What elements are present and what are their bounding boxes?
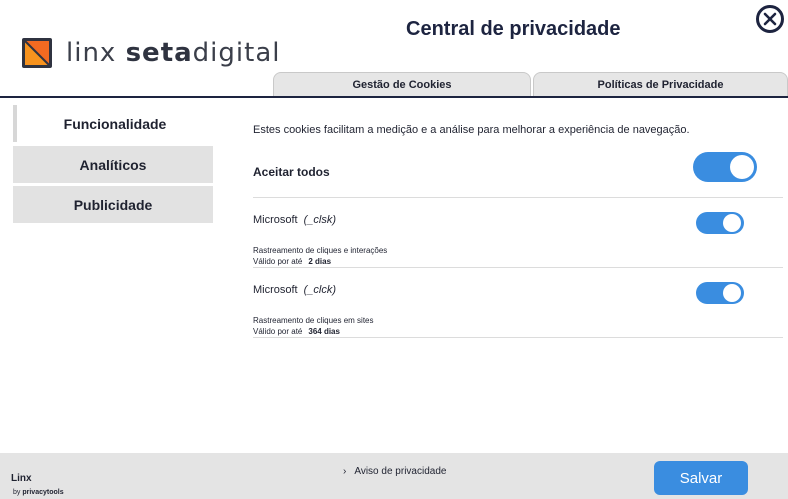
header-divider	[0, 96, 788, 98]
close-button[interactable]	[756, 5, 784, 33]
footer: Linx by privacytools › Aviso de privacid…	[0, 453, 788, 499]
cookie-code: (_clck)	[303, 284, 337, 296]
cookie-duration: 364 dias	[308, 327, 340, 336]
page-title: Central de privacidade	[406, 18, 621, 40]
cookie-code: (_clsk)	[303, 214, 337, 226]
cookie-provider: Microsoft (_clck)	[253, 284, 337, 296]
cookie-description: Rastreamento de cliques em sites	[253, 316, 374, 325]
chevron-right-icon: ›	[343, 466, 347, 477]
divider	[253, 197, 783, 198]
footer-brand: Linx	[11, 473, 32, 484]
divider	[253, 337, 783, 338]
tab-cookie-management[interactable]: Gestão de Cookies	[273, 72, 531, 96]
accept-all-toggle[interactable]	[693, 152, 757, 182]
privacy-notice-label: Aviso de privacidade	[354, 466, 447, 477]
toggle-knob	[730, 155, 754, 179]
divider	[253, 267, 783, 268]
footer-byline: by privacytools	[13, 489, 64, 496]
cookie-toggle-clck[interactable]	[696, 282, 744, 304]
linx-setadigital-logo: linx setadigital	[20, 36, 280, 70]
cookie-duration: 2 dias	[308, 257, 332, 266]
sidebar-item-advertising[interactable]: Publicidade	[13, 186, 213, 223]
linx-logo-icon	[20, 36, 54, 70]
sidebar-item-functionality[interactable]: Funcionalidade	[13, 105, 213, 142]
close-icon	[763, 12, 777, 26]
accept-all-label: Aceitar todos	[253, 165, 330, 179]
toggle-knob	[723, 214, 741, 232]
category-description: Estes cookies facilitam a medição e a an…	[253, 124, 690, 136]
cookie-validity: Válido por até 2 dias	[253, 257, 332, 266]
sidebar-item-analytics[interactable]: Analíticos	[13, 146, 213, 183]
cookie-provider: Microsoft (_clsk)	[253, 214, 337, 226]
logo-wordmark: linx setadigital	[66, 38, 281, 68]
save-button[interactable]: Salvar	[654, 461, 748, 495]
cookie-description: Rastreamento de cliques e interações	[253, 246, 388, 255]
tab-privacy-policies[interactable]: Políticas de Privacidade	[533, 72, 788, 96]
cookie-validity: Válido por até 364 dias	[253, 327, 340, 336]
privacy-notice-link[interactable]: › Aviso de privacidade	[343, 466, 446, 477]
toggle-knob	[723, 284, 741, 302]
cookie-toggle-clsk[interactable]	[696, 212, 744, 234]
privacy-center-page: linx setadigital Central de privacidade …	[0, 0, 788, 499]
